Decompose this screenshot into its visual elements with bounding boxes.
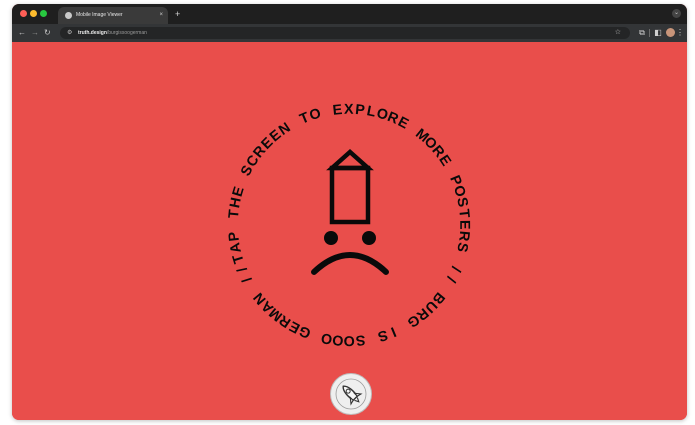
tab-search-button[interactable]: ⌄	[672, 9, 681, 18]
ring-text-char: X	[344, 102, 354, 118]
circular-ring-text: TAP THE SCREEN TO E X P LORE MORE POSTERS /…	[226, 102, 472, 348]
ring-text-char: S	[376, 326, 390, 344]
ring-text-char: /	[234, 264, 250, 274]
extensions-puzzle-icon[interactable]: ⧉	[638, 28, 646, 37]
ring-text-char: S	[453, 196, 471, 209]
url-host: truth.design	[78, 30, 107, 36]
close-window-button[interactable]	[20, 10, 27, 17]
ring-text-char: T	[226, 209, 243, 219]
ring-text-char: S	[453, 241, 471, 253]
ring-text-char: P	[355, 102, 366, 119]
left-eye-shape	[324, 231, 338, 245]
tab-close-icon[interactable]: ×	[159, 7, 163, 24]
tower-roof-shape	[326, 148, 374, 171]
right-eye-shape	[362, 231, 376, 245]
poster-viewport[interactable]: TAP THE SCREEN TO EXPLORE MORE POSTERS /…	[12, 42, 687, 420]
tab-mobile-image-viewer[interactable]: Mobile Image Viewer ×	[58, 7, 168, 24]
browser-window: Mobile Image Viewer × + ⌄ ← → ↻ ⚙ truth.…	[12, 4, 687, 420]
forward-button[interactable]: →	[31, 24, 39, 42]
poster-art: TAP THE SCREEN TO E X P LORE MORE POSTERS /…	[226, 102, 472, 348]
address-bar[interactable]: ⚙ truth.design/burgissoogerman ☆	[60, 27, 630, 39]
url-path: /burgissoogerman	[106, 30, 147, 36]
ring-text-char: I	[388, 323, 398, 339]
url-text: truth.design/burgissoogerman	[78, 27, 147, 39]
ring-text-char: A	[227, 241, 245, 254]
site-info-icon[interactable]: ⚙	[67, 27, 72, 39]
more-menu-icon[interactable]: ⋮	[676, 28, 684, 37]
tab-bar: Mobile Image Viewer × + ⌄	[12, 4, 687, 24]
ring-text-char: /	[443, 274, 459, 285]
bookmark-star-icon[interactable]: ☆	[615, 27, 621, 39]
split-view-icon[interactable]: ◧	[654, 28, 662, 37]
tower-body-shape	[329, 165, 371, 225]
ring-text-char: E	[332, 102, 343, 119]
minimize-window-button[interactable]	[30, 10, 37, 17]
ring-text-char: E	[230, 185, 248, 199]
burg-sad-face-logo	[311, 148, 389, 275]
ring-text-char: S	[355, 331, 366, 348]
rocket-badge[interactable]	[330, 373, 372, 415]
ring-text-char: P	[226, 231, 243, 243]
reload-button[interactable]: ↻	[44, 24, 51, 42]
back-button[interactable]: ←	[18, 24, 26, 42]
frown-mouth-shape	[311, 252, 389, 275]
ring-text-char: T	[455, 208, 472, 219]
ring-text-char: E	[456, 220, 472, 230]
new-tab-button[interactable]: +	[175, 7, 180, 21]
browser-toolbar: ← → ↻ ⚙ truth.design/burgissoogerman ☆ ⧉…	[12, 24, 687, 42]
ring-text-char: /	[240, 274, 256, 285]
toolbar-divider	[649, 29, 650, 37]
ring-text-char: /	[447, 264, 463, 274]
ring-text-char: O	[320, 329, 334, 347]
tab-title: Mobile Image Viewer	[76, 12, 123, 18]
ring-text-char: O	[344, 332, 355, 348]
maximize-window-button[interactable]	[40, 10, 47, 17]
profile-avatar[interactable]	[666, 28, 675, 37]
tab-favicon-icon	[65, 12, 72, 19]
rocket-badge-icon	[335, 378, 367, 410]
